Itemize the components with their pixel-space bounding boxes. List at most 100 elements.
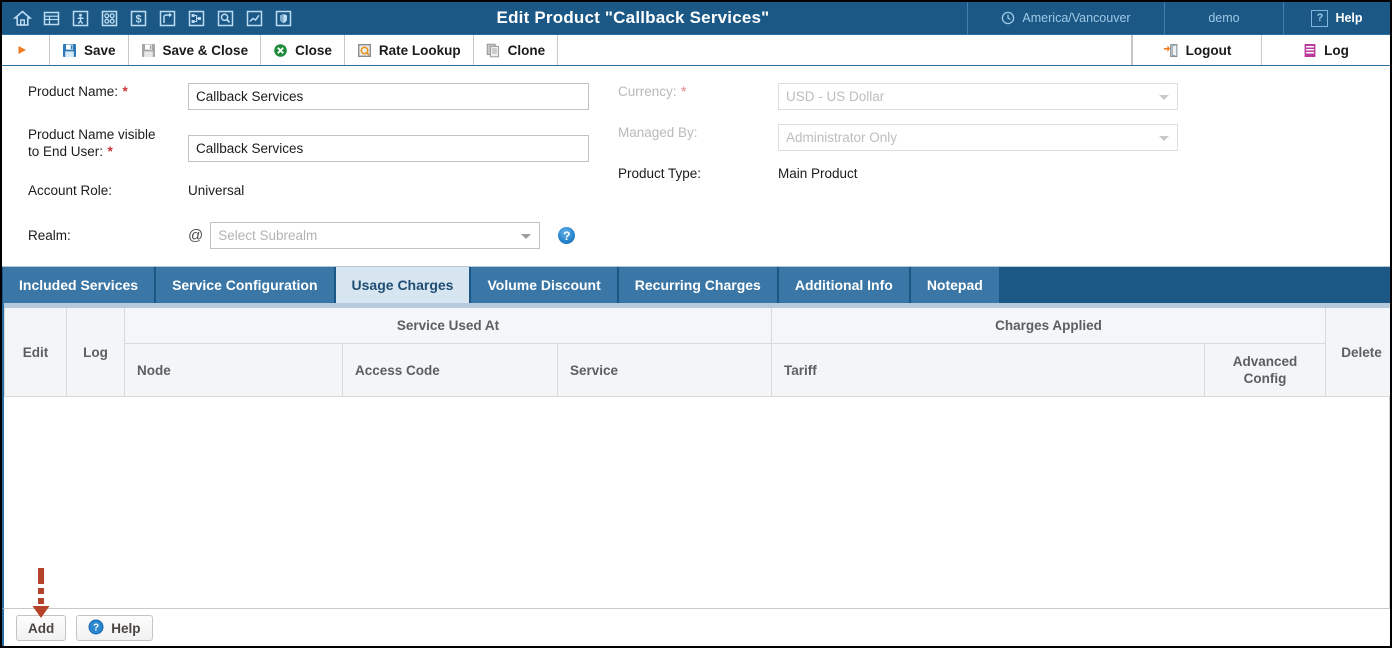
chevron-down-icon — [521, 233, 532, 239]
product-type-label: Product Type: — [618, 166, 702, 181]
tab-usage-charges[interactable]: Usage Charges — [335, 267, 472, 303]
column-header-node: Node — [124, 343, 343, 397]
tab-included-services[interactable]: Included Services — [3, 267, 157, 303]
save-and-close-button[interactable]: Save & Close — [129, 35, 262, 65]
floppy-disk-icon — [62, 43, 77, 58]
chevron-down-icon — [1159, 135, 1169, 141]
floppy-disk-grey-icon — [141, 43, 156, 58]
advanced-config-line1: Advanced — [1232, 354, 1298, 369]
column-header-service: Service — [557, 343, 772, 397]
product-name-visible-required-marker: * — [107, 144, 113, 159]
currency-value: USD - US Dollar — [786, 89, 885, 104]
field-product-name: Product Name: * Callback Services — [28, 83, 589, 110]
clone-button[interactable]: Clone — [474, 35, 559, 65]
realm-help-icon[interactable]: ? — [558, 227, 576, 244]
product-name-visible-input[interactable]: Callback Services — [188, 135, 589, 162]
currency-required-marker: * — [680, 84, 687, 99]
column-header-tariff: Tariff — [771, 343, 1205, 397]
realm-label-wrap: Realm: — [28, 227, 188, 245]
play-triangle-icon — [16, 44, 28, 56]
column-header-delete: Delete — [1325, 308, 1390, 397]
at-sign-prefix: @ — [188, 227, 204, 244]
dollar-icon[interactable]: $ — [128, 8, 148, 28]
tab-additional-info[interactable]: Additional Info — [778, 267, 911, 303]
currency-label: Currency: — [618, 84, 677, 99]
column-group-charges-applied: Charges Applied — [771, 308, 1326, 344]
product-form: Product Name: * Callback Services Produc… — [2, 66, 1390, 267]
log-button[interactable]: Log — [1261, 35, 1390, 65]
product-name-visible-label-line2-wrap: to End User: * — [28, 143, 188, 161]
toolbar-right-group: Logout Log — [1132, 35, 1390, 65]
column-header-advanced-config: Advanced Config — [1204, 343, 1326, 397]
managed-by-label: Managed By: — [618, 125, 698, 140]
product-name-input[interactable]: Callback Services — [188, 83, 589, 110]
field-managed-by: Managed By: Administrator Only — [618, 124, 1178, 151]
product-name-visible-label-line1: Product Name visible — [28, 127, 156, 142]
rate-lookup-button[interactable]: Rate Lookup — [345, 35, 474, 65]
realm-placeholder: Select Subrealm — [218, 228, 318, 243]
rate-lookup-icon — [357, 43, 372, 58]
user-label: demo — [1208, 11, 1240, 25]
add-button[interactable]: Add — [16, 615, 67, 641]
logout-button[interactable]: Logout — [1132, 35, 1261, 65]
empty-grid-area — [4, 397, 1389, 603]
run-button[interactable] — [2, 35, 50, 65]
add-label: Add — [28, 620, 55, 636]
timezone-indicator: America/Vancouver — [967, 2, 1164, 34]
log-label: Log — [1324, 42, 1349, 58]
product-name-required-marker: * — [122, 84, 128, 99]
tab-service-configuration[interactable]: Service Configuration — [156, 267, 336, 303]
sitemap-icon[interactable] — [186, 8, 206, 28]
column-header-edit: Edit — [4, 308, 67, 397]
field-realm: Realm: @ Select Subrealm ? — [28, 222, 576, 249]
home-icon[interactable] — [12, 8, 32, 28]
shield-icon[interactable] — [273, 8, 293, 28]
table-header: Edit Log Service Used At Charges Applied… — [4, 308, 1391, 397]
circles-grid-icon[interactable] — [99, 8, 119, 28]
logout-label: Logout — [1185, 42, 1232, 58]
top-navigation-bar: $ Edit Product "Callback Services" Ameri… — [2, 2, 1390, 34]
advanced-config-line2: Config — [1243, 371, 1287, 386]
question-mark-icon: ? — [1311, 9, 1329, 27]
table-header-row-1: Edit Log Service Used At Charges Applied… — [4, 308, 1390, 397]
product-name-label-wrap: Product Name: * — [28, 83, 188, 101]
field-account-role: Account Role: Universal — [28, 182, 244, 200]
logout-door-icon — [1163, 43, 1179, 58]
product-type-label-wrap: Product Type: — [618, 165, 778, 183]
close-button[interactable]: Close — [261, 35, 345, 65]
table-icon[interactable] — [41, 8, 61, 28]
save-button[interactable]: Save — [50, 35, 129, 65]
table-header-row-2: Node Access Code Service Tariff Advanced… — [5, 343, 1391, 397]
field-product-name-visible: Product Name visible to End User: * Call… — [28, 126, 589, 162]
realm-select[interactable]: Select Subrealm — [210, 222, 541, 249]
save-and-close-label: Save & Close — [162, 42, 249, 58]
panel-footer: Add ? Help — [2, 608, 1390, 646]
question-circle-icon: ? — [558, 227, 576, 244]
action-toolbar: Save Save & Close Close Rate Lookup Clon — [2, 34, 1390, 66]
product-type-value: Main Product — [778, 166, 858, 181]
usage-charges-table: Edit Log Service Used At Charges Applied… — [4, 308, 1391, 397]
magnifier-icon[interactable] — [215, 8, 235, 28]
realm-label: Realm: — [28, 227, 71, 243]
help-link[interactable]: ? Help — [1283, 2, 1390, 34]
tab-recurring-charges[interactable]: Recurring Charges — [618, 267, 779, 303]
person-icon[interactable] — [70, 8, 90, 28]
field-currency: Currency: * USD - US Dollar — [618, 83, 1178, 110]
page-title: Edit Product "Callback Services" — [496, 8, 770, 27]
current-user[interactable]: demo — [1164, 2, 1283, 34]
column-group-service-used-at: Service Used At — [124, 308, 772, 344]
close-x-circle-icon — [273, 43, 288, 58]
branch-arrow-icon[interactable] — [157, 8, 177, 28]
account-role-label: Account Role: — [28, 183, 113, 198]
clock-icon — [1001, 11, 1015, 25]
timezone-label: America/Vancouver — [1022, 11, 1131, 25]
log-lines-icon — [1303, 43, 1317, 58]
rate-lookup-label: Rate Lookup — [378, 42, 461, 58]
tab-volume-discount[interactable]: Volume Discount — [471, 267, 619, 303]
product-name-visible-label-wrap: Product Name visible to End User: * — [28, 126, 188, 161]
tab-notepad[interactable]: Notepad — [910, 267, 1001, 303]
line-chart-icon[interactable] — [244, 8, 264, 28]
help-button[interactable]: ? Help — [76, 615, 153, 641]
usage-charges-panel: Edit Log Service Used At Charges Applied… — [2, 303, 1390, 608]
toolbar-spacer — [558, 35, 1132, 65]
